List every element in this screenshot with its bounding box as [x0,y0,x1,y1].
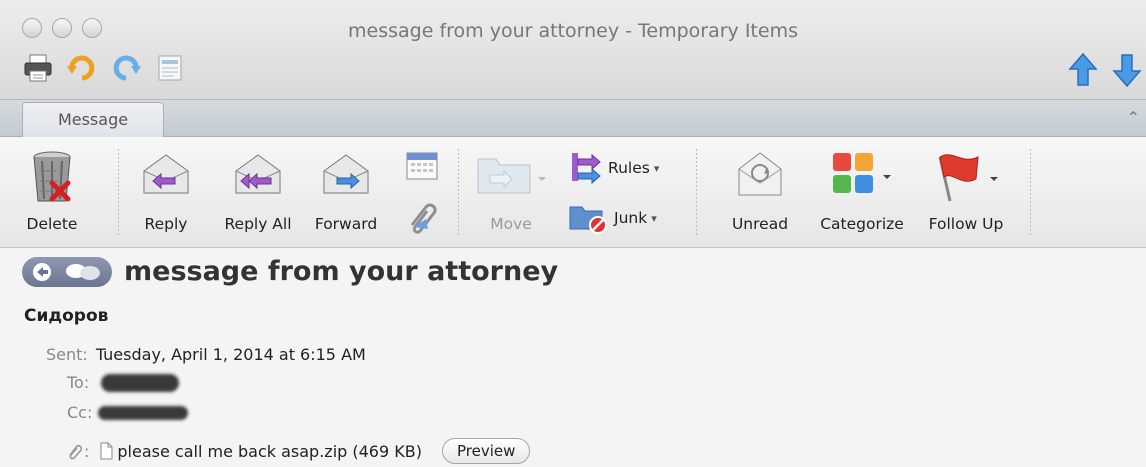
cc-label: Cc: [67,403,93,422]
sent-value: Tuesday, April 1, 2014 at 6:15 AM [95,345,366,364]
reply-button[interactable]: Reply [128,137,204,248]
collapse-ribbon-icon[interactable]: ⌃ [1127,108,1140,127]
junk-icon [569,206,607,234]
categorize-label: Categorize [820,215,904,233]
delete-button[interactable]: Delete [10,137,94,248]
sender-name: Сидоров [24,306,109,326]
categorize-button[interactable]: Categorize [812,137,912,248]
redacted-recipient[interactable] [101,373,180,392]
reply-label: Reply [144,215,188,233]
quick-access-toolbar [22,52,186,84]
categories-icon [833,153,891,193]
unread-button[interactable]: Unread [718,137,802,248]
undo-icon[interactable] [66,52,98,84]
message-navigation [1068,52,1142,88]
message-subject: message from your attorney [124,256,559,287]
preview-button[interactable]: Preview [441,438,531,464]
attachment-row: : please call me back asap.zip (469 KB) … [66,438,531,464]
chevron-down-icon: ▾ [651,211,657,225]
reply-icon [143,154,189,194]
forward-button[interactable]: Forward [306,137,386,248]
reply-all-icon [235,154,281,194]
subject-row: message from your attorney [22,256,558,287]
attachment-colon: : [84,441,90,461]
to-label: To: [67,373,90,392]
move-label: Move [490,215,532,233]
follow-up-button[interactable]: Follow Up [918,137,1014,248]
window-titlebar: message from your attorney - Temporary I… [0,0,1146,100]
folder-icon [477,158,546,194]
conversation-bubbles-icon[interactable] [63,262,103,282]
delete-label: Delete [26,215,78,233]
junk-label: Junk [614,209,648,227]
unread-icon [738,152,782,196]
cc-row: Cc: [67,403,189,422]
flag-icon [938,154,998,202]
sent-label: Sent: [46,345,88,364]
ribbon-tab-bar: Message ⌃ [0,100,1146,137]
up-arrow-icon[interactable] [1068,52,1098,88]
file-icon [100,442,113,460]
to-row: To: [67,373,180,392]
divider [696,149,697,237]
ribbon: Delete Reply Reply All Forward Move Rule… [0,137,1146,248]
attachment-icon[interactable] [404,199,440,235]
reply-all-button[interactable]: Reply All [210,137,306,248]
redacted-cc[interactable] [98,405,189,420]
down-arrow-icon[interactable] [1112,52,1142,88]
divider [458,149,459,237]
sent-row: Sent: Tuesday, April 1, 2014 at 6:15 AM [46,345,366,364]
tab-message[interactable]: Message [22,102,164,137]
rules-button[interactable]: Rules ▾ [568,151,659,185]
divider [1030,149,1031,237]
redo-icon[interactable] [110,52,142,84]
junk-button[interactable]: Junk ▾ [566,201,657,235]
attachment-name[interactable]: please call me back asap.zip (469 KB) [117,442,422,461]
calendar-icon[interactable] [404,149,440,183]
chevron-down-icon: ▾ [653,161,660,175]
window-title: message from your attorney - Temporary I… [348,20,798,42]
document-icon[interactable] [154,52,186,84]
unread-label: Unread [731,215,789,233]
forward-label: Forward [314,215,378,233]
follow-up-label: Follow Up [928,215,1004,233]
rules-label: Rules [608,159,650,177]
divider [118,149,119,237]
rules-icon [572,153,601,185]
move-button[interactable]: Move [466,137,556,248]
reply-all-label: Reply All [224,215,292,233]
trash-icon [33,151,71,202]
back-arrow-icon[interactable] [32,262,60,282]
paperclip-icon [69,444,83,460]
print-icon[interactable] [22,52,54,84]
conversation-nav-pill[interactable] [22,256,112,287]
forward-icon [323,154,369,194]
